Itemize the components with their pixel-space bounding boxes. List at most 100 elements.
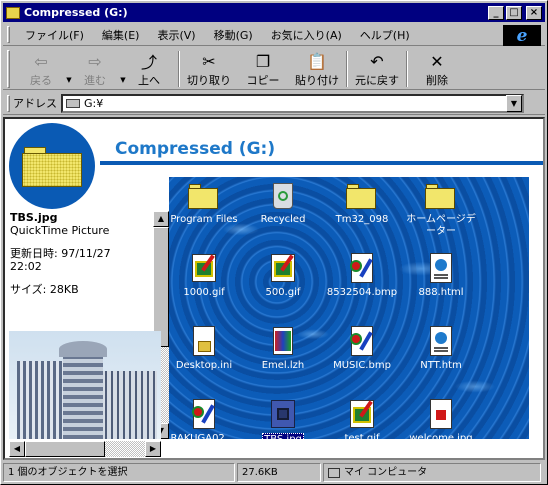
menu-go[interactable]: 移動(G) bbox=[205, 27, 262, 43]
maximize-button[interactable]: □ bbox=[506, 5, 522, 20]
toolbar: ⇦ 戻る ▼ ⇨ 進む ▼ ⤴ 上へ ✂ 切り取り ❐ コピー 📋 貼り付け ↶ bbox=[3, 48, 545, 90]
menu-favorites[interactable]: お気に入り(A) bbox=[262, 27, 351, 43]
back-label: 戻る bbox=[30, 74, 52, 87]
copy-icon: ❐ bbox=[255, 51, 271, 71]
file-item-label: Desktop.ini bbox=[175, 360, 233, 371]
scroll-left-icon[interactable]: ◀ bbox=[9, 441, 25, 457]
file-item[interactable]: Program Files bbox=[169, 177, 241, 245]
undo-label: 元に戻す bbox=[355, 74, 399, 87]
delete-label: 削除 bbox=[426, 74, 448, 87]
delete-button[interactable]: ✕ 削除 bbox=[410, 48, 464, 88]
undo-button[interactable]: ↶ 元に戻す bbox=[350, 48, 404, 88]
menu-help[interactable]: ヘルプ(H) bbox=[351, 27, 419, 43]
copy-button[interactable]: ❐ コピー bbox=[236, 48, 290, 88]
folder-icon bbox=[425, 179, 457, 211]
file-list[interactable]: Program Files Recycled Tm32_098 ホームページデーター 1… bbox=[169, 177, 529, 439]
file-item[interactable]: NTT.htm bbox=[404, 323, 478, 391]
address-dropdown-button[interactable]: ▼ bbox=[506, 94, 522, 112]
file-item-label: 8532504.bmp bbox=[326, 287, 398, 298]
file-icon bbox=[346, 398, 378, 430]
file-item-label: RAKUGA02.... bbox=[170, 433, 238, 439]
title-bar[interactable]: Compressed (G:) _ □ × bbox=[3, 3, 545, 22]
file-item-label: Program Files bbox=[170, 214, 238, 225]
status-bar: 1 個のオブジェクトを選択 27.6KB マイ コンピュータ bbox=[3, 463, 545, 482]
address-label: アドレス bbox=[13, 97, 57, 110]
file-item[interactable]: TBS.jpg bbox=[246, 396, 320, 439]
file-icon bbox=[188, 398, 220, 430]
file-item[interactable]: ホームページデーター bbox=[404, 177, 478, 245]
scroll-up-icon[interactable]: ▲ bbox=[153, 211, 169, 227]
scroll-thumb[interactable] bbox=[153, 227, 169, 347]
up-label: 上へ bbox=[138, 74, 160, 87]
file-icon bbox=[425, 325, 457, 357]
file-icon bbox=[267, 325, 299, 357]
scroll-thumb[interactable] bbox=[25, 441, 105, 457]
drive-small-icon bbox=[66, 98, 80, 108]
file-item-label: Emel.lzh bbox=[261, 360, 305, 371]
computer-icon bbox=[328, 467, 340, 478]
scissors-icon: ✂ bbox=[202, 51, 216, 71]
paste-button[interactable]: 📋 貼り付け bbox=[290, 48, 344, 88]
file-item[interactable]: Recycled bbox=[246, 177, 320, 245]
minimize-button[interactable]: _ bbox=[488, 5, 504, 20]
file-item[interactable]: welcome.jpg bbox=[404, 396, 478, 439]
file-item-label: TBS.jpg bbox=[262, 433, 304, 439]
clipboard-icon: 📋 bbox=[307, 51, 327, 71]
ie-logo-letter: e bbox=[516, 25, 528, 46]
forward-button[interactable]: ⇨ 進む ▼ bbox=[68, 48, 126, 88]
file-item[interactable]: 500.gif bbox=[246, 250, 320, 318]
cut-button[interactable]: ✂ 切り取り bbox=[182, 48, 236, 88]
back-arrow-icon: ⇦ bbox=[34, 51, 48, 71]
info-file-name: TBS.jpg bbox=[10, 211, 58, 224]
menu-grip[interactable] bbox=[7, 26, 10, 43]
info-modified-date: 97/11/27 bbox=[61, 247, 111, 260]
menu-edit[interactable]: 編集(E) bbox=[93, 27, 149, 43]
up-button[interactable]: ⤴ 上へ bbox=[122, 48, 176, 88]
info-modified-label: 更新日時: bbox=[10, 247, 58, 260]
explorer-window: Compressed (G:) _ □ × ファイル(F) 編集(E) 表示(V… bbox=[0, 0, 548, 485]
folder-view: Compressed (G:) TBS.jpg QuickTime Pictur… bbox=[3, 117, 545, 460]
file-item-label: Recycled bbox=[260, 214, 306, 225]
menu-bar: ファイル(F) 編集(E) 表示(V) 移動(G) お気に入り(A) ヘルプ(H… bbox=[3, 24, 545, 46]
file-item[interactable]: 1000.gif bbox=[169, 250, 241, 318]
folder-heading: Compressed (G:) bbox=[115, 139, 276, 159]
file-item[interactable]: test.gif bbox=[325, 396, 399, 439]
toolbar-separator bbox=[346, 51, 348, 87]
toolbar-grip[interactable] bbox=[7, 50, 10, 88]
file-info-panel: TBS.jpg QuickTime Picture 更新日時: 97/11/27… bbox=[10, 211, 160, 296]
menu-file[interactable]: ファイル(F) bbox=[16, 27, 93, 43]
back-button[interactable]: ⇦ 戻る ▼ bbox=[14, 48, 72, 88]
file-item[interactable]: RAKUGA02.... bbox=[169, 396, 241, 439]
file-item[interactable]: Tm32_098 bbox=[325, 177, 399, 245]
status-zone-label: マイ コンピュータ bbox=[344, 467, 428, 478]
file-item[interactable]: MUSIC.bmp bbox=[325, 323, 399, 391]
info-size-label: サイズ: bbox=[10, 283, 47, 296]
file-item[interactable]: 8532504.bmp bbox=[325, 250, 399, 318]
folder-icon bbox=[188, 179, 220, 211]
file-item[interactable]: Emel.lzh bbox=[246, 323, 320, 391]
menu-view[interactable]: 表示(V) bbox=[148, 27, 204, 43]
undo-icon: ↶ bbox=[370, 51, 384, 71]
file-item-label: MUSIC.bmp bbox=[333, 360, 391, 371]
file-icon bbox=[346, 325, 378, 357]
scroll-right-icon[interactable]: ▶ bbox=[145, 441, 161, 457]
cut-label: 切り取り bbox=[187, 74, 231, 87]
file-item-label: 888.html bbox=[418, 287, 464, 298]
file-item-label: NTT.htm bbox=[420, 360, 462, 371]
folder-large-icon bbox=[22, 147, 82, 187]
info-file-type: QuickTime Picture bbox=[10, 224, 110, 237]
address-input[interactable]: G:¥ bbox=[61, 93, 524, 113]
close-button[interactable]: × bbox=[526, 5, 542, 20]
window-title: Compressed (G:) bbox=[24, 6, 128, 19]
address-grip[interactable] bbox=[7, 94, 10, 112]
file-item[interactable]: 888.html bbox=[404, 250, 478, 318]
file-icon bbox=[425, 398, 457, 430]
info-modified-time: 22:02 bbox=[10, 260, 42, 273]
heading-rule bbox=[100, 161, 543, 165]
drive-icon bbox=[6, 6, 20, 19]
horizontal-scrollbar[interactable]: ◀ ▶ bbox=[9, 441, 161, 457]
toolbar-separator bbox=[406, 51, 408, 87]
up-folder-icon: ⤴ bbox=[140, 53, 157, 72]
file-item[interactable]: Desktop.ini bbox=[169, 323, 241, 391]
scroll-track[interactable] bbox=[25, 441, 145, 457]
